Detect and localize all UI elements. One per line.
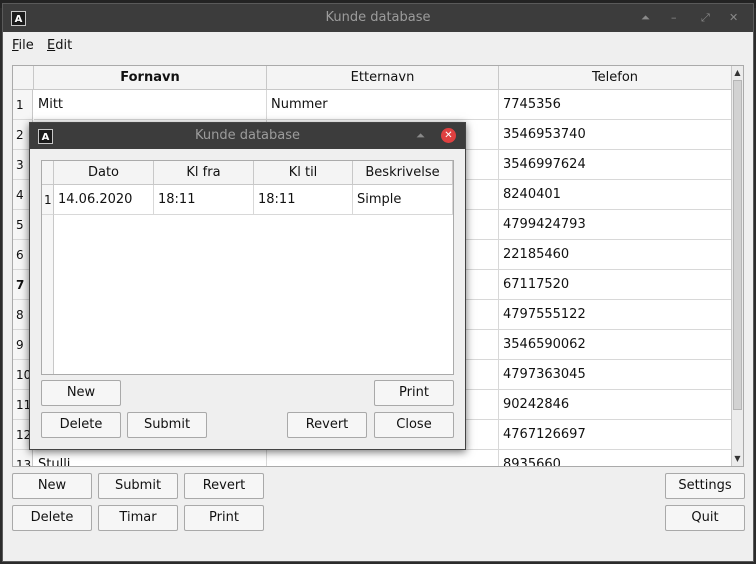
table-cell-telefon[interactable]: 67117520 <box>499 270 732 300</box>
dialog-cell-kl-til[interactable]: 18:11 <box>254 185 353 215</box>
main-titlebar[interactable]: A Kunde database ⏶ – ⤢ ✕ <box>3 4 753 32</box>
dialog-row-header[interactable]: 1 <box>42 185 54 215</box>
dialog-title: Kunde database <box>194 128 300 143</box>
revert-button[interactable]: Revert <box>184 473 264 499</box>
header-dato[interactable]: Dato <box>54 161 154 185</box>
header-kl-fra[interactable]: Kl fra <box>154 161 254 185</box>
dialog-delete-button[interactable]: Delete <box>41 412 121 438</box>
keep-above-icon[interactable]: ⏶ <box>641 4 650 32</box>
timar-dialog: A Kunde database ⏶ ✕ Dato Kl fra Kl til … <box>29 122 466 450</box>
table-cell-telefon[interactable]: 8935660 <box>499 450 732 466</box>
header-beskrivelse[interactable]: Beskrivelse <box>353 161 453 185</box>
dialog-cell-kl-fra[interactable]: 18:11 <box>154 185 254 215</box>
dialog-titlebar[interactable]: A Kunde database ⏶ ✕ <box>30 123 465 149</box>
table-cell-telefon[interactable]: 4767126697 <box>499 420 732 450</box>
table-cell-telefon[interactable]: 4799424793 <box>499 210 732 240</box>
time-table[interactable]: Dato Kl fra Kl til Beskrivelse 1 14.06.20… <box>41 160 454 375</box>
table-cell-fornavn[interactable]: Stulli <box>34 450 267 466</box>
header-kl-til[interactable]: Kl til <box>254 161 353 185</box>
table-cell-telefon[interactable]: 3546590062 <box>499 330 732 360</box>
corner-header[interactable] <box>13 66 34 90</box>
dialog-cell-dato[interactable]: 14.06.2020 <box>54 185 154 215</box>
new-button[interactable]: New <box>12 473 92 499</box>
header-etternavn[interactable]: Etternavn <box>267 66 499 90</box>
dialog-cell-beskrivelse[interactable]: Simple <box>353 185 453 215</box>
header-telefon[interactable]: Telefon <box>499 66 732 90</box>
dialog-submit-button[interactable]: Submit <box>127 412 207 438</box>
dialog-keep-above-icon[interactable]: ⏶ <box>416 123 425 149</box>
row-header[interactable]: 1 <box>13 90 33 120</box>
dialog-corner-header[interactable] <box>42 161 54 185</box>
dialog-revert-button[interactable]: Revert <box>287 412 367 438</box>
menubar: File Edit <box>3 32 753 58</box>
scroll-down-icon[interactable]: ▼ <box>732 453 743 465</box>
table-cell-telefon[interactable]: 8240401 <box>499 180 732 210</box>
dialog-print-button[interactable]: Print <box>374 380 454 406</box>
table-cell-telefon[interactable]: 22185460 <box>499 240 732 270</box>
minimize-icon[interactable]: – <box>671 4 677 32</box>
dialog-close-icon[interactable]: ✕ <box>441 128 456 143</box>
table-cell-etternavn[interactable] <box>267 450 499 466</box>
close-icon[interactable]: ✕ <box>729 4 738 32</box>
row-header[interactable]: 13 <box>13 450 33 466</box>
delete-button[interactable]: Delete <box>12 505 92 531</box>
scrollbar-thumb[interactable] <box>733 80 742 410</box>
scroll-up-icon[interactable]: ▲ <box>732 67 743 79</box>
header-fornavn[interactable]: Fornavn <box>34 66 267 90</box>
settings-button[interactable]: Settings <box>665 473 745 499</box>
restore-icon[interactable]: ⤢ <box>701 4 710 32</box>
table-cell-telefon[interactable]: 4797555122 <box>499 300 732 330</box>
dialog-new-button[interactable]: New <box>41 380 121 406</box>
dialog-row-header-column <box>42 215 54 374</box>
submit-button[interactable]: Submit <box>98 473 178 499</box>
table-cell-telefon[interactable]: 3546997624 <box>499 150 732 180</box>
table-cell-telefon[interactable]: 3546953740 <box>499 120 732 150</box>
timar-button[interactable]: Timar <box>98 505 178 531</box>
menu-edit[interactable]: Edit <box>47 38 72 53</box>
quit-button[interactable]: Quit <box>665 505 745 531</box>
table-cell-etternavn[interactable]: Nummer <box>267 90 499 120</box>
table-cell-telefon[interactable]: 90242846 <box>499 390 732 420</box>
dialog-close-button[interactable]: Close <box>374 412 454 438</box>
table-cell-telefon[interactable]: 7745356 <box>499 90 732 120</box>
table-cell-fornavn[interactable]: Mitt <box>34 90 267 120</box>
menu-file[interactable]: File <box>12 38 34 53</box>
table-cell-telefon[interactable]: 4797363045 <box>499 360 732 390</box>
print-button[interactable]: Print <box>184 505 264 531</box>
vertical-scrollbar[interactable]: ▲ ▼ <box>731 66 743 466</box>
